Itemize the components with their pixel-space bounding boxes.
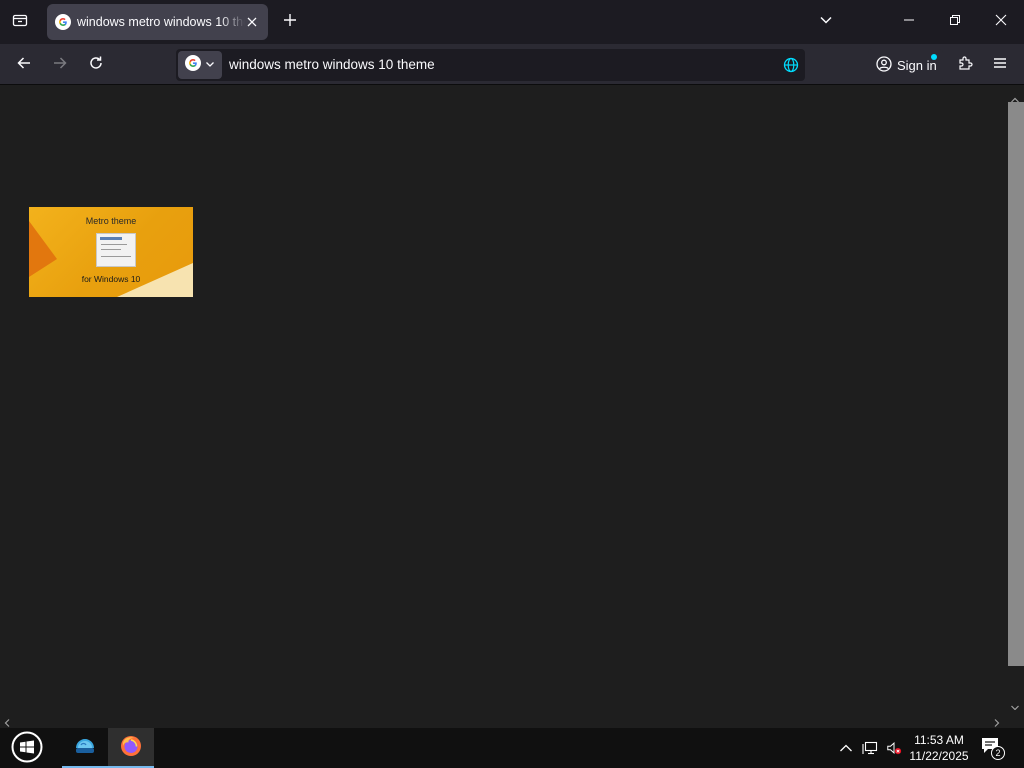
app-menu-button[interactable] — [987, 52, 1013, 78]
preview-line — [101, 256, 131, 257]
image-title: Metro theme — [85, 216, 137, 226]
tab-strip: windows metro windows 10 theme — [0, 0, 1024, 44]
preview-line — [101, 249, 121, 250]
search-result-image[interactable]: Metro theme for Windows 10 — [29, 207, 193, 297]
arrow-left-icon — [16, 55, 32, 76]
notification-dot — [931, 54, 937, 60]
sign-in-button[interactable]: Sign in — [868, 49, 943, 81]
preview-line — [101, 244, 127, 245]
tab-list-icon — [12, 12, 28, 33]
close-window-button[interactable] — [978, 0, 1024, 44]
close-icon — [995, 13, 1007, 31]
reload-icon — [88, 55, 104, 76]
plus-icon — [283, 13, 297, 32]
orange-wedge-shape — [29, 221, 57, 277]
puzzle-piece-icon — [957, 55, 973, 76]
extensions-button[interactable] — [952, 52, 978, 78]
back-button[interactable] — [11, 52, 37, 78]
tab-list-button[interactable] — [8, 10, 32, 34]
restore-button[interactable] — [932, 0, 978, 44]
taskbar: 11:53 AM 11/22/2025 2 — [0, 728, 1024, 768]
clock-time: 11:53 AM — [914, 733, 964, 747]
image-subtitle: for Windows 10 — [81, 274, 141, 284]
clock-date: 11/22/2025 — [909, 749, 969, 763]
new-tab-button[interactable] — [278, 10, 302, 34]
firefox-icon — [119, 734, 143, 763]
system-clock[interactable]: 11:53 AM 11/22/2025 — [906, 732, 972, 764]
reload-button[interactable] — [83, 52, 109, 78]
search-engine-button[interactable] — [178, 51, 222, 79]
horizontal-scrollbar[interactable] — [0, 710, 1006, 728]
address-bar[interactable] — [176, 49, 805, 81]
list-all-tabs-button[interactable] — [814, 10, 838, 34]
taskbar-app-firefox[interactable] — [108, 728, 154, 768]
preview-title-bar — [100, 237, 122, 240]
earth-browser-icon — [73, 734, 97, 763]
navigation-toolbar: Sign in — [0, 44, 1024, 85]
restore-icon — [949, 13, 961, 31]
scrollbar-thumb[interactable] — [1008, 102, 1024, 666]
account-icon — [876, 55, 892, 75]
network-icon[interactable] — [862, 740, 878, 756]
chevron-down-icon — [819, 13, 833, 32]
sign-in-label: Sign in — [897, 57, 937, 73]
notification-count-badge: 2 — [991, 746, 1005, 760]
arrow-right-icon — [52, 55, 68, 76]
page-content: Metro theme for Windows 10 — [0, 86, 1024, 710]
browser-tab[interactable]: windows metro windows 10 theme — [47, 4, 268, 40]
taskbar-app-earth-browser[interactable] — [62, 728, 108, 768]
start-button[interactable] — [8, 731, 46, 768]
minimize-button[interactable] — [886, 0, 932, 44]
hamburger-menu-icon — [992, 55, 1008, 76]
window-preview-thumbnail — [96, 233, 136, 267]
show-hidden-icons-chevron-up-icon[interactable] — [838, 740, 854, 756]
minimize-icon — [903, 13, 915, 31]
close-tab-icon[interactable] — [244, 14, 260, 30]
forward-button[interactable] — [47, 52, 73, 78]
action-center-button[interactable]: 2 — [980, 736, 1006, 760]
translate-globe-icon[interactable] — [783, 57, 799, 73]
volume-muted-icon[interactable] — [886, 740, 902, 756]
google-g-icon — [55, 14, 71, 30]
scrollbar-corner — [1006, 710, 1024, 728]
windows-logo-icon — [11, 731, 43, 768]
vertical-scrollbar[interactable] — [1006, 86, 1024, 711]
tab-title: windows metro windows 10 theme — [77, 15, 245, 29]
chevron-down-icon — [205, 56, 215, 74]
url-input[interactable] — [229, 49, 769, 81]
google-g-icon — [185, 54, 201, 76]
